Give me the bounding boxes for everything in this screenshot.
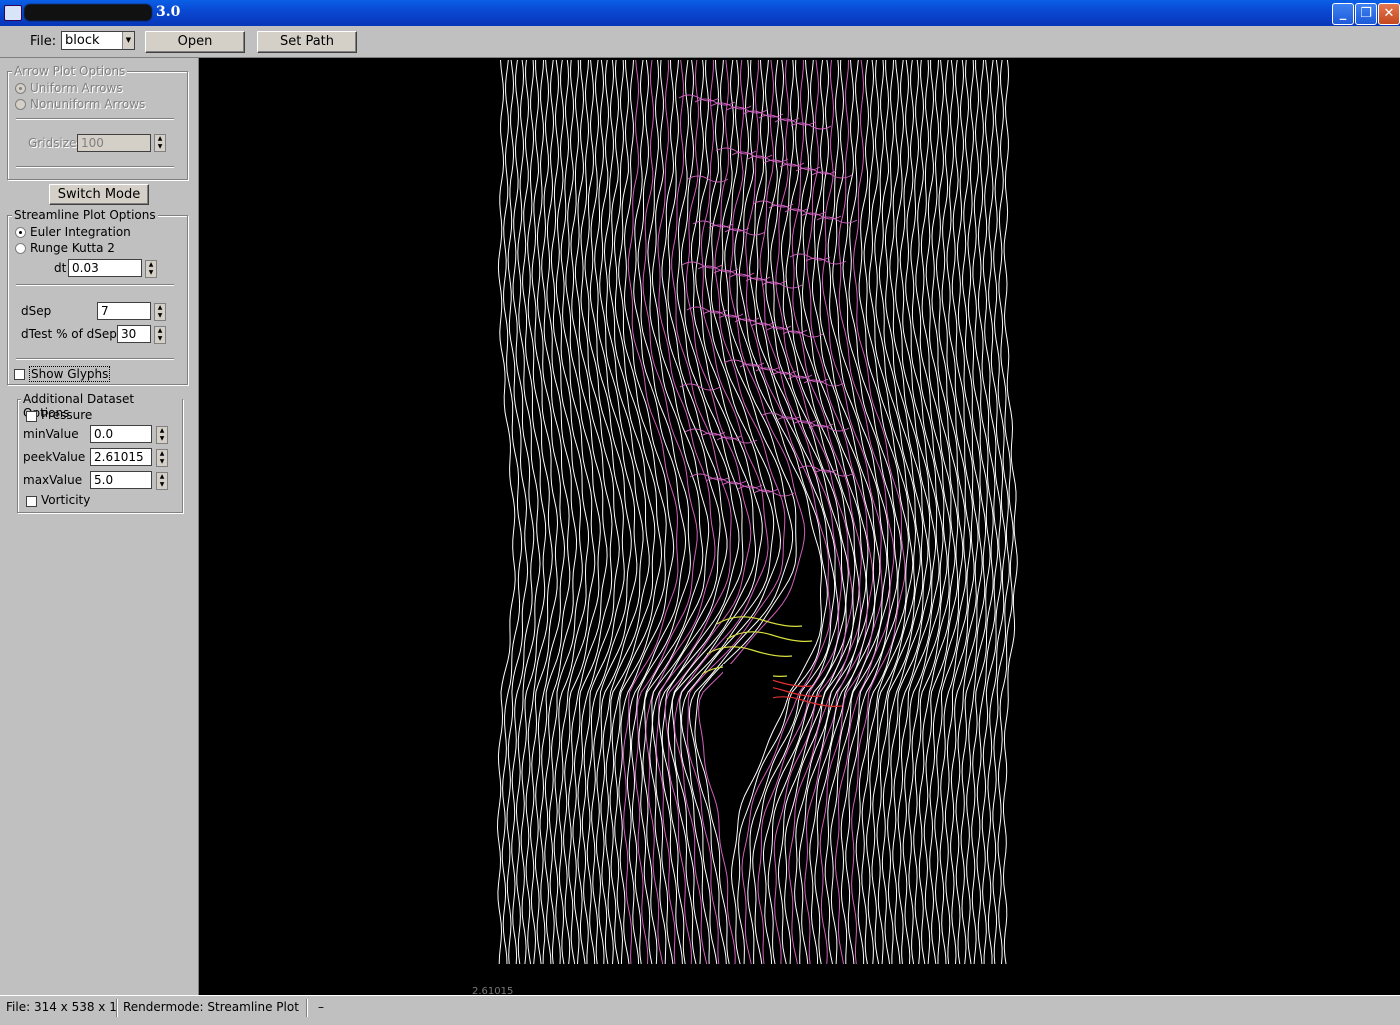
pressure-streak-53 (679, 383, 721, 391)
chevron-down-icon[interactable]: ▼ (122, 32, 134, 49)
obstacle-block (723, 664, 773, 716)
streamline-plot-options-title: Streamline Plot Options (12, 208, 158, 222)
status-extra: – (318, 1000, 324, 1014)
open-button[interactable]: Open (145, 31, 245, 53)
peek-value-stepper[interactable]: ▲ ▼ (156, 449, 168, 467)
euler-integration-radio[interactable] (15, 227, 26, 238)
streamline-18 (581, 59, 625, 965)
vorticity-label: Vorticity (41, 493, 91, 507)
dsep-stepper[interactable]: ▲ ▼ (154, 303, 166, 321)
streamline-6 (525, 59, 553, 965)
nonuniform-arrows-radio[interactable] (15, 99, 26, 110)
max-value-stepper[interactable]: ▲ ▼ (156, 472, 168, 490)
toolbar: File: block ▼ Open Set Path (0, 26, 1400, 58)
max-value-input[interactable]: 5.0 (90, 471, 152, 489)
min-value-label: minValue (23, 427, 79, 441)
dtest-label: dTest % of dSep (21, 327, 117, 341)
streamline-35 (651, 59, 728, 965)
streamline-98 (986, 59, 1007, 964)
peek-value-input[interactable]: 2.61015 (90, 448, 152, 466)
divider (306, 999, 308, 1017)
switch-mode-button[interactable]: Switch Mode (49, 184, 149, 205)
uniform-arrows-label: Uniform Arrows (30, 81, 123, 95)
divider (116, 999, 118, 1017)
window-title: 3.0 (156, 4, 181, 20)
status-rendermode: Rendermode: Streamline Plot (123, 1000, 299, 1014)
streamline-15 (567, 59, 608, 965)
streamline-1 (501, 59, 523, 965)
minimize-button[interactable]: _ (1332, 3, 1354, 25)
gridsize-input[interactable]: 100 (77, 134, 151, 152)
pressure-checkbox[interactable] (26, 411, 37, 422)
file-select[interactable]: block ▼ (61, 31, 135, 50)
peek-value-label: peekValue (23, 450, 86, 464)
streamline-97 (981, 59, 1002, 964)
render-canvas[interactable] (199, 58, 1400, 995)
divider (16, 118, 174, 120)
divider (16, 358, 174, 360)
min-value-input[interactable]: 0.0 (90, 425, 152, 443)
arrow-plot-options-group: Arrow Plot Options Uniform Arrows Nonuni… (7, 64, 188, 180)
status-bar: File: 314 x 538 x 1 Rendermode: Streamli… (0, 995, 1400, 1025)
streamline-11 (548, 59, 583, 965)
restore-button[interactable]: ❐ (1355, 3, 1377, 25)
runge-kutta-radio[interactable] (15, 243, 26, 254)
dataset-options-group: Additional Dataset Options Pressure minV… (17, 392, 183, 513)
gridsize-label: Gridsize (28, 136, 77, 150)
streamline-27 (622, 59, 679, 965)
show-glyphs-checkbox[interactable] (14, 369, 25, 380)
streamline-49 (730, 59, 823, 965)
app-icon (4, 5, 22, 21)
file-label: File: (30, 34, 57, 49)
show-glyphs-label[interactable]: Show Glyphs (29, 366, 111, 382)
title-bar[interactable]: 3.0 _ ❐ ✕ (0, 0, 1400, 26)
status-file-info: File: 314 x 538 x 1 (6, 1000, 117, 1014)
runge-kutta-label: Runge Kutta 2 (30, 241, 115, 255)
streamline-22 (600, 59, 650, 965)
dt-input[interactable]: 0.03 (68, 259, 142, 277)
close-button[interactable]: ✕ (1378, 3, 1400, 25)
set-path-button[interactable]: Set Path (257, 31, 357, 53)
options-sidebar: Arrow Plot Options Uniform Arrows Nonuni… (0, 58, 199, 995)
streamline-77 (876, 59, 924, 965)
dsep-input[interactable]: 7 (97, 302, 151, 320)
pressure-label: Pressure (41, 408, 93, 422)
streamline-94 (966, 59, 991, 965)
streamline-56 (767, 59, 849, 965)
file-select-value: block (65, 33, 100, 48)
dsep-label: dSep (21, 304, 52, 318)
nonuniform-arrows-label: Nonuniform Arrows (30, 97, 146, 111)
streamline-73 (855, 59, 909, 964)
euler-integration-label: Euler Integration (30, 225, 131, 239)
streamline-plot[interactable] (199, 58, 1400, 995)
max-value-label: maxValue (23, 473, 83, 487)
streamline-61 (794, 59, 867, 965)
dtest-input[interactable]: 30 (117, 325, 151, 343)
dt-label: dt (54, 261, 67, 275)
uniform-arrows-radio[interactable] (15, 83, 26, 94)
divider (16, 284, 174, 286)
redacted-app-name (24, 4, 152, 21)
dtest-stepper[interactable]: ▲ ▼ (154, 326, 166, 344)
min-value-stepper[interactable]: ▲ ▼ (156, 426, 168, 444)
streamline-71 (845, 59, 902, 965)
dt-stepper[interactable]: ▲ ▼ (145, 260, 157, 278)
streamline-90 (944, 59, 975, 965)
divider (16, 166, 174, 168)
gridsize-stepper[interactable]: ▲ ▼ (154, 134, 166, 152)
streamline-101 (1002, 59, 1018, 965)
streamline-plot-options-group: Streamline Plot Options Euler Integratio… (7, 208, 188, 385)
streamline-21 (595, 59, 644, 965)
streamline-64 (809, 59, 876, 965)
arrow-plot-options-title: Arrow Plot Options (12, 64, 128, 78)
streamline-0 (496, 59, 516, 965)
vorticity-checkbox[interactable] (26, 496, 37, 507)
streamline-96 (976, 59, 999, 965)
streamline-91 (950, 59, 979, 965)
streamline-76 (871, 59, 921, 965)
